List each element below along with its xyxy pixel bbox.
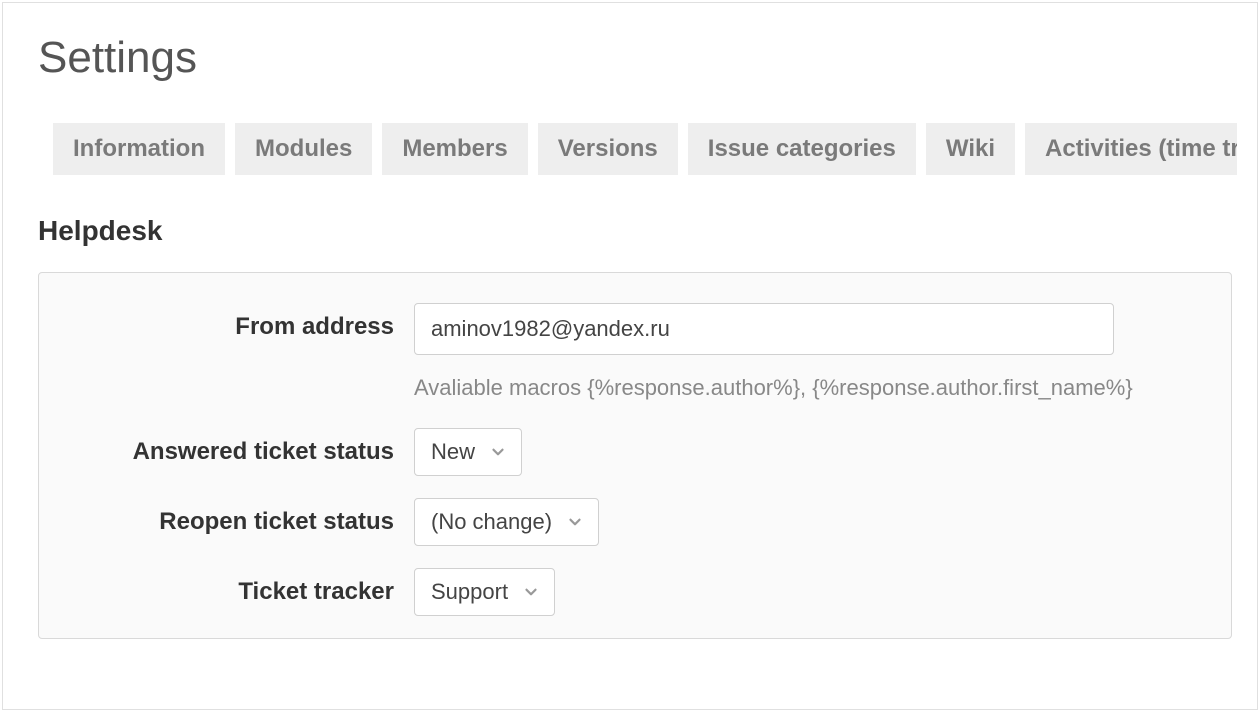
select-answered-status[interactable]: New xyxy=(414,428,522,476)
help-from-address: Avaliable macros {%response.author%}, {%… xyxy=(414,369,1206,406)
chevron-down-icon xyxy=(489,443,507,461)
label-from-address: From address xyxy=(64,303,414,341)
tab-wiki[interactable]: Wiki xyxy=(926,123,1015,175)
input-from-address[interactable] xyxy=(414,303,1114,355)
select-reopen-status-value: (No change) xyxy=(431,509,552,535)
select-answered-status-value: New xyxy=(431,439,475,465)
row-ticket-tracker: Ticket tracker Support xyxy=(64,568,1206,616)
label-answered-status: Answered ticket status xyxy=(64,428,414,466)
tab-information[interactable]: Information xyxy=(53,123,225,175)
row-reopen-status: Reopen ticket status (No change) xyxy=(64,498,1206,546)
select-ticket-tracker-value: Support xyxy=(431,579,508,605)
chevron-down-icon xyxy=(522,583,540,601)
tab-modules[interactable]: Modules xyxy=(235,123,372,175)
settings-panel: Settings Information Modules Members Ver… xyxy=(2,2,1258,710)
tab-issue-categories[interactable]: Issue categories xyxy=(688,123,916,175)
select-reopen-status[interactable]: (No change) xyxy=(414,498,599,546)
tab-members[interactable]: Members xyxy=(382,123,527,175)
tab-activities[interactable]: Activities (time trac xyxy=(1025,123,1237,175)
section-title: Helpdesk xyxy=(38,215,1237,247)
tabs-bar: Information Modules Members Versions Iss… xyxy=(53,123,1237,175)
helpdesk-fieldset: From address Avaliable macros {%response… xyxy=(38,272,1232,639)
label-reopen-status: Reopen ticket status xyxy=(64,498,414,536)
row-answered-status: Answered ticket status New xyxy=(64,428,1206,476)
select-ticket-tracker[interactable]: Support xyxy=(414,568,555,616)
page-title: Settings xyxy=(38,33,1237,83)
chevron-down-icon xyxy=(566,513,584,531)
tab-versions[interactable]: Versions xyxy=(538,123,678,175)
row-from-address: From address Avaliable macros {%response… xyxy=(64,303,1206,406)
label-ticket-tracker: Ticket tracker xyxy=(64,568,414,606)
